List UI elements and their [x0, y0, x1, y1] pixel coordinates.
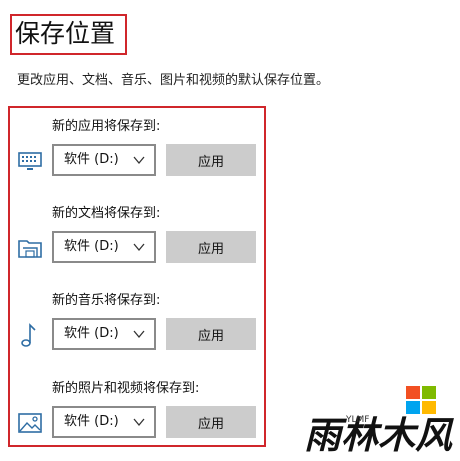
- save-location-label: 新的照片和视频将保存到:: [52, 381, 200, 396]
- drive-select-value: 软件 (D:): [64, 414, 119, 429]
- apply-button-photos-videos[interactable]: 应用: [166, 406, 256, 438]
- drive-select-apps[interactable]: 软件 (D:): [52, 144, 156, 176]
- apply-button-music[interactable]: 应用: [166, 318, 256, 350]
- drive-select-value: 软件 (D:): [64, 326, 119, 341]
- save-location-music: 新的音乐将保存到: 软件 (D:) 应用: [0, 292, 460, 372]
- chevron-down-icon: [132, 154, 146, 166]
- chevron-down-icon: [132, 328, 146, 340]
- drive-select-music[interactable]: 软件 (D:): [52, 318, 156, 350]
- apply-button-apps[interactable]: 应用: [166, 144, 256, 176]
- page-description: 更改应用、文档、音乐、图片和视频的默认保存位置。: [17, 73, 330, 88]
- save-location-apps: 新的应用将保存到: 软件 (D:) 应用: [0, 118, 460, 198]
- monitor-icon: [17, 148, 43, 174]
- apply-button-documents[interactable]: 应用: [166, 231, 256, 263]
- save-location-label: 新的应用将保存到:: [52, 119, 161, 134]
- save-location-documents: 新的文档将保存到: 软件 (D:) 应用: [0, 205, 460, 285]
- save-location-label: 新的音乐将保存到:: [52, 293, 161, 308]
- windows-logo-icon: [406, 386, 436, 414]
- chevron-down-icon: [132, 241, 146, 253]
- ylmf-watermark-logo: 雨林木风 YLMF: [300, 384, 460, 461]
- picture-icon: [17, 410, 43, 436]
- chevron-down-icon: [132, 416, 146, 428]
- svg-text:YLMF: YLMF: [345, 415, 369, 425]
- drive-select-photos-videos[interactable]: 软件 (D:): [52, 406, 156, 438]
- music-note-icon: [17, 322, 43, 348]
- save-location-label: 新的文档将保存到:: [52, 206, 161, 221]
- drive-select-value: 软件 (D:): [64, 239, 119, 254]
- svg-text:雨林木风: 雨林木风: [304, 414, 454, 457]
- folder-icon: [17, 235, 43, 261]
- page-title: 保存位置: [15, 19, 116, 48]
- drive-select-documents[interactable]: 软件 (D:): [52, 231, 156, 263]
- drive-select-value: 软件 (D:): [64, 152, 119, 167]
